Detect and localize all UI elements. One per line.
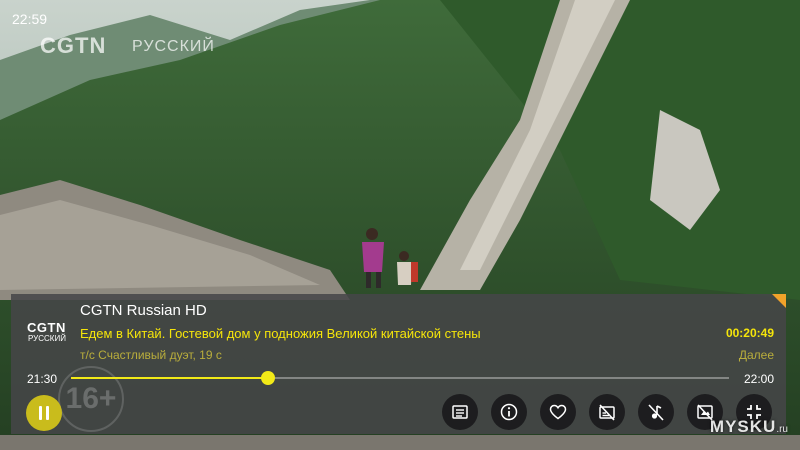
pause-button[interactable] [26, 395, 62, 431]
channel-watermark-logo: CGTN [40, 33, 107, 58]
program-end-time: 22:00 [743, 372, 774, 386]
clock: 22:59 [12, 11, 48, 27]
progress-fill [71, 377, 269, 379]
age-rating-badge: 16+ [58, 366, 124, 432]
pause-icon [39, 406, 49, 420]
subtitles-off-icon [599, 404, 615, 421]
heart-icon [549, 404, 567, 420]
corner-indicator [772, 294, 786, 308]
info-icon [500, 403, 518, 421]
channel-name: CGTN Russian HD [80, 302, 207, 319]
progress-handle[interactable] [261, 371, 276, 385]
current-playback-time: 00:20:49 [725, 326, 774, 340]
site-watermark-main: MYSKU [709, 417, 777, 436]
current-program-title: Едем в Китай. Гостевой дом у подножия Ве… [80, 326, 481, 341]
next-program-title: т/с Счастливый дуэт, 19 с [80, 348, 222, 362]
audio-track-button[interactable] [638, 394, 674, 430]
channel-logo: CGTN [27, 320, 66, 335]
player-info-panel: CGTN РУССКИЙ CGTN Russian HD Едем в Кита… [11, 294, 786, 434]
progress-bar[interactable] [71, 371, 729, 385]
list-icon [452, 405, 468, 419]
site-watermark-suffix: .ru [776, 424, 788, 435]
favorite-button[interactable] [540, 394, 576, 430]
next-label: Далее [738, 348, 774, 362]
channel-watermark-lang: РУССКИЙ [132, 38, 215, 55]
channel-logo-sub: РУССКИЙ [28, 334, 66, 343]
site-watermark: MYSKU.ru [710, 417, 788, 437]
info-button[interactable] [491, 394, 527, 430]
program-start-time: 21:30 [27, 372, 58, 386]
subtitles-button[interactable] [589, 394, 625, 430]
program-list-button[interactable] [442, 394, 478, 430]
audio-off-icon [648, 404, 664, 421]
